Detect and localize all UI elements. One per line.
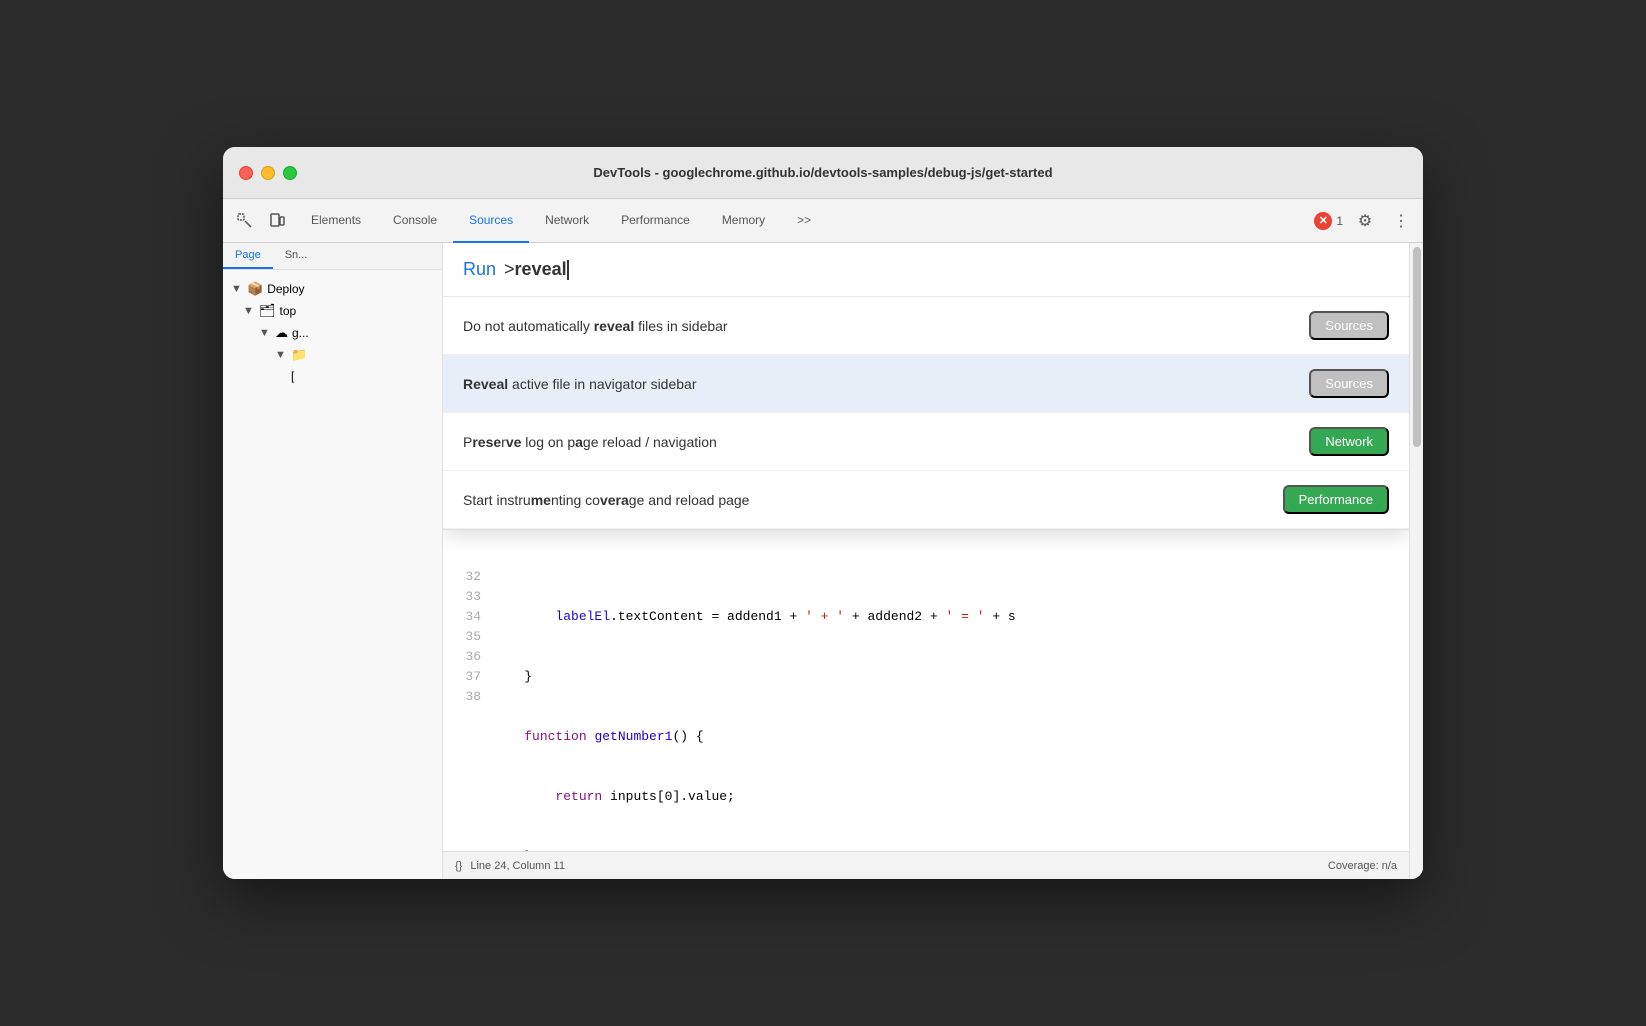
line-num-33: 33	[455, 587, 481, 607]
inspect-icon[interactable]	[231, 207, 259, 235]
minimize-button[interactable]	[261, 166, 275, 180]
highlight-reveal-1: reveal	[594, 318, 634, 334]
sidebar-tab-page[interactable]: Page	[223, 243, 273, 269]
toolbar-right: ✕ 1 ⚙ ⋮	[1314, 207, 1415, 235]
line-num-36: 36	[455, 647, 481, 667]
left-sidebar: Page Sn... ▼ 📦 Deploy ▼ 🗂 top ▼	[223, 243, 443, 879]
command-result-4[interactable]: Start instrumenting coverage and reload …	[443, 471, 1409, 529]
highlight-ve: ve	[506, 434, 522, 450]
highlight-a: a	[575, 434, 583, 450]
line-num-37: 37	[455, 667, 481, 687]
chevron-down-icon: ▼	[243, 305, 255, 317]
scrollbar-thumb[interactable]	[1413, 247, 1421, 447]
result-badge-sources-1[interactable]: Sources	[1309, 311, 1389, 340]
code-content: 32 33 34 35 36 37 38 labelEl.textContent…	[443, 563, 1409, 851]
chevron-down-icon: ▼	[231, 283, 243, 295]
command-bold-text: reveal	[515, 259, 567, 279]
result-text-2: Reveal active file in navigator sidebar	[463, 376, 696, 392]
chevron-down-icon: ▼	[259, 327, 271, 339]
result-text-4: Start instrumenting coverage and reload …	[463, 492, 749, 508]
command-result-1[interactable]: Do not automatically reveal files in sid…	[443, 297, 1409, 355]
top-toolbar: Elements Console Sources Network Perform…	[223, 199, 1423, 243]
tree-item-bracket[interactable]: [	[223, 366, 442, 386]
tree-label-bracket: [	[291, 369, 294, 383]
command-input-display[interactable]: >reveal	[504, 259, 569, 280]
command-result-3[interactable]: Preserve log on page reload / navigation…	[443, 413, 1409, 471]
devtools-window: DevTools - googlechrome.github.io/devtoo…	[223, 147, 1423, 879]
tab-performance[interactable]: Performance	[605, 199, 706, 243]
command-input-row: Run >reveal	[443, 243, 1409, 297]
line-num-34: 34	[455, 607, 481, 627]
main-tab-bar: Elements Console Sources Network Perform…	[295, 199, 827, 243]
maximize-button[interactable]	[283, 166, 297, 180]
error-x: ✕	[1319, 214, 1328, 227]
highlight-reveal-2: Reveal	[463, 376, 508, 392]
highlight-rese: rese	[472, 434, 501, 450]
status-bar: {} Line 24, Column 11 Coverage: n/a	[443, 851, 1409, 879]
result-badge-network[interactable]: Network	[1309, 427, 1389, 456]
tree-item-deploy[interactable]: ▼ 📦 Deploy	[223, 278, 442, 300]
tab-console[interactable]: Console	[377, 199, 453, 243]
chevron-down-icon: ▼	[275, 349, 287, 361]
command-result-2[interactable]: Reveal active file in navigator sidebar …	[443, 355, 1409, 413]
error-icon: ✕	[1314, 212, 1332, 230]
line-num-38: 38	[455, 687, 481, 707]
command-run-label: Run	[463, 259, 496, 280]
code-editor[interactable]: 32 33 34 35 36 37 38 labelEl.textContent…	[443, 563, 1409, 851]
command-results: Do not automatically reveal files in sid…	[443, 297, 1409, 529]
coverage-label: Coverage: n/a	[1328, 860, 1397, 872]
tree-label-deploy: Deploy	[267, 282, 304, 296]
result-badge-performance[interactable]: Performance	[1283, 485, 1389, 514]
title-bar: DevTools - googlechrome.github.io/devtoo…	[223, 147, 1423, 199]
code-line-32: labelEl.textContent = addend1 + ' + ' + …	[493, 607, 1409, 627]
devtools-body: Elements Console Sources Network Perform…	[223, 199, 1423, 879]
folder-icon: 🗂	[259, 303, 276, 319]
window-title: DevTools - googlechrome.github.io/devtoo…	[593, 165, 1052, 180]
cursor	[567, 260, 569, 280]
line-num-35: 35	[455, 627, 481, 647]
line-num-32: 32	[455, 567, 481, 587]
tree-item-top[interactable]: ▼ 🗂 top	[223, 300, 442, 322]
sidebar-tab-snippets[interactable]: Sn...	[273, 243, 320, 269]
right-scrollbar[interactable]	[1409, 243, 1423, 879]
cursor-position: Line 24, Column 11	[470, 860, 565, 872]
tab-sources[interactable]: Sources	[453, 199, 529, 243]
code-line-35: return inputs[0].value;	[493, 787, 1409, 807]
device-toggle-icon[interactable]	[263, 207, 291, 235]
result-text-3: Preserve log on page reload / navigation	[463, 434, 717, 450]
code-line-33: }	[493, 667, 1409, 687]
traffic-lights	[239, 166, 297, 180]
cloud-icon: ☁	[275, 325, 288, 341]
deploy-icon: 📦	[247, 281, 263, 297]
error-badge[interactable]: ✕ 1	[1314, 212, 1343, 230]
result-text-1: Do not automatically reveal files in sid…	[463, 318, 728, 334]
close-button[interactable]	[239, 166, 253, 180]
format-icon[interactable]: {}	[455, 860, 462, 872]
tree-item-g[interactable]: ▼ ☁ g...	[223, 322, 442, 344]
more-icon[interactable]: ⋮	[1387, 207, 1415, 235]
tree-label-g: g...	[292, 326, 309, 340]
result-badge-sources-2[interactable]: Sources	[1309, 369, 1389, 398]
status-bar-left: {} Line 24, Column 11	[455, 860, 565, 872]
command-palette: Run >reveal Do not automatically reveal …	[443, 243, 1409, 530]
tab-elements[interactable]: Elements	[295, 199, 377, 243]
tab-network[interactable]: Network	[529, 199, 605, 243]
tab-memory[interactable]: Memory	[706, 199, 781, 243]
tree-item-folder[interactable]: ▼ 📁	[223, 344, 442, 366]
settings-icon[interactable]: ⚙	[1351, 207, 1379, 235]
folder-blue-icon: 📁	[291, 347, 307, 363]
line-numbers: 32 33 34 35 36 37 38	[443, 567, 493, 851]
main-content: Page Sn... ▼ 📦 Deploy ▼ 🗂 top ▼	[223, 243, 1423, 879]
tree-label-top: top	[280, 304, 297, 318]
center-content: Run >reveal Do not automatically reveal …	[443, 243, 1409, 879]
sidebar-tab-bar: Page Sn...	[223, 243, 442, 270]
code-text: labelEl.textContent = addend1 + ' + ' + …	[493, 567, 1409, 851]
error-count: 1	[1336, 214, 1343, 228]
tab-more[interactable]: >>	[781, 199, 827, 243]
sidebar-tree: ▼ 📦 Deploy ▼ 🗂 top ▼ ☁ g...	[223, 270, 442, 879]
highlight-vera: vera	[600, 492, 629, 508]
code-line-34: function getNumber1() {	[493, 727, 1409, 747]
status-bar-right: Coverage: n/a	[1328, 860, 1397, 872]
highlight-me: me	[531, 492, 551, 508]
